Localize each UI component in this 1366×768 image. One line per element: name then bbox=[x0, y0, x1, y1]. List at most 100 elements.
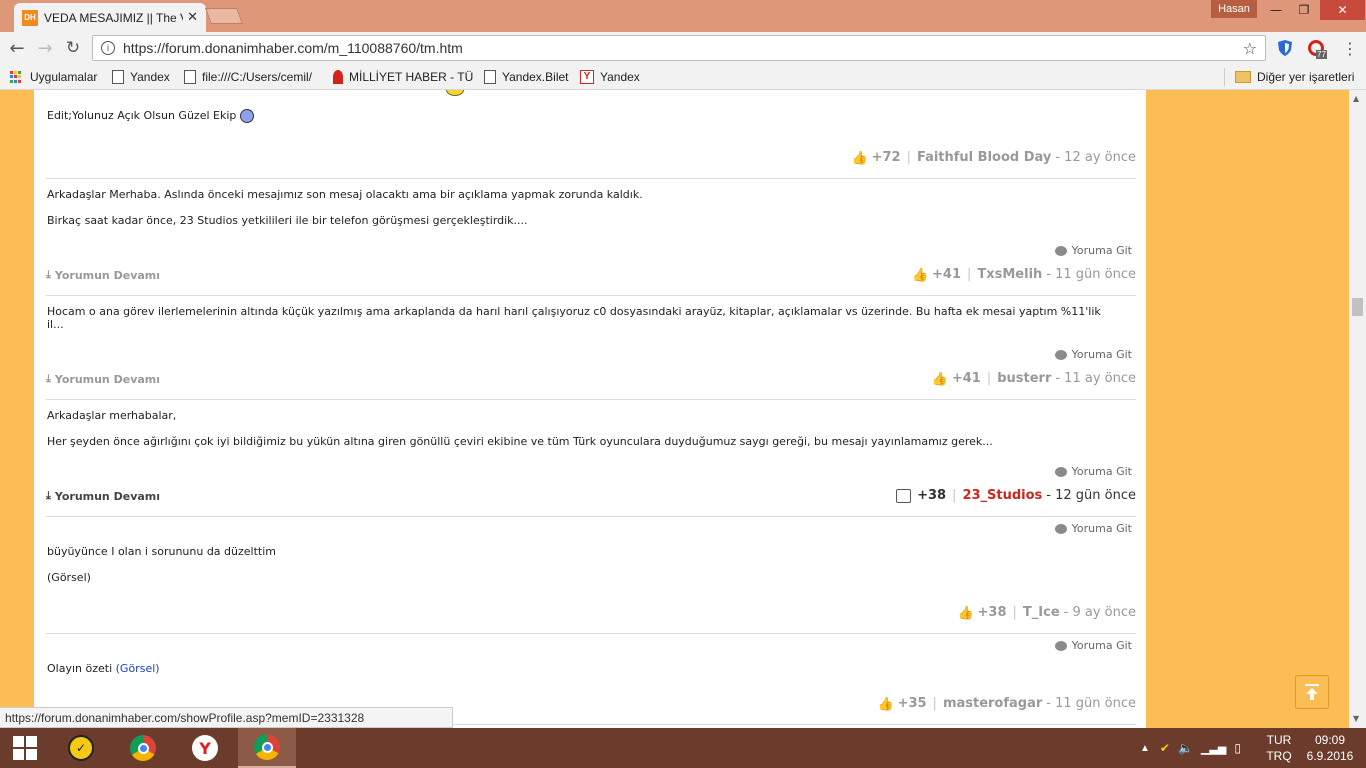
comment-meta: 👍 +41 | TxsMelih - 11 gün önce bbox=[912, 267, 1136, 283]
taskbar-clock[interactable]: 09:09 6.9.2016 bbox=[1300, 732, 1360, 764]
link-status-bubble: https://forum.donanimhaber.com/showProfi… bbox=[0, 707, 453, 728]
start-button[interactable] bbox=[0, 728, 50, 768]
profile-user-badge[interactable]: Hasan bbox=[1211, 0, 1257, 18]
author-link[interactable]: masterofagar bbox=[943, 696, 1042, 711]
page-scrollbar[interactable]: ▲ ▼ bbox=[1349, 90, 1366, 728]
comment-text-line: Hocam o ana görev ilerlemelerinin altınd… bbox=[47, 305, 1101, 331]
scroll-up-arrow-icon[interactable]: ▲ bbox=[1353, 94, 1359, 103]
author-link[interactable]: T_Ice bbox=[1023, 605, 1060, 620]
network-signal-icon[interactable]: ▁▃▅ bbox=[1201, 742, 1226, 755]
meta-divider: | bbox=[986, 371, 992, 386]
taskbar-yandex-app[interactable]: Y bbox=[176, 728, 234, 768]
author-link[interactable]: 23_Studios bbox=[962, 488, 1042, 503]
meta-divider: | bbox=[1012, 605, 1017, 620]
comment-text-line: Olayın özeti bbox=[47, 662, 113, 675]
bookmark-yandex-2[interactable]: Y Yandex bbox=[580, 68, 640, 86]
site-info-icon[interactable]: i bbox=[101, 41, 115, 55]
bookmark-file-path[interactable]: file:///C:/Users/cemil/ bbox=[184, 68, 312, 86]
comment-image-placeholder: (Görsel) bbox=[47, 571, 91, 584]
folder-icon bbox=[1235, 71, 1251, 83]
bookmark-yandex-1[interactable]: Yandex bbox=[112, 68, 170, 86]
read-more-link[interactable]: ⤓ Yorumun Devamı bbox=[46, 268, 160, 282]
back-to-top-button[interactable] bbox=[1295, 675, 1329, 709]
thumbs-up-outline-icon[interactable] bbox=[896, 488, 912, 503]
bookmark-label: Yandex bbox=[600, 70, 640, 84]
comment-meta: 👍 +38 | T_Ice - 9 ay önce bbox=[958, 605, 1136, 621]
windows-taskbar: ✓ Y ▲ ✔ 🔈 ▁▃▅ ▯ TUR TRQ 09:09 6.9.2016 bbox=[0, 728, 1366, 768]
comment-meta: 👍 +35 | masterofagar - 11 gün önce bbox=[878, 696, 1136, 712]
read-more-link[interactable]: ⤓ Yorumun Devamı bbox=[46, 489, 160, 503]
download-arrow-icon: ⤓ bbox=[46, 372, 51, 385]
bookmark-milliyet[interactable]: MİLLİYET HABER - TÜ bbox=[333, 68, 473, 86]
scroll-down-arrow-icon[interactable]: ▼ bbox=[1353, 714, 1359, 723]
comment-text-line: büyüyünce I olan i sorununu da düzelttim bbox=[47, 545, 276, 558]
thumbs-up-icon[interactable]: 👍 bbox=[912, 268, 928, 283]
maximize-icon[interactable]: ❐ bbox=[1290, 0, 1318, 20]
opera-extension-icon[interactable]: 77 bbox=[1306, 38, 1327, 59]
author-link[interactable]: TxsMelih bbox=[977, 267, 1042, 282]
input-language-indicator[interactable]: TUR TRQ bbox=[1264, 732, 1294, 764]
comment-separator bbox=[46, 178, 1136, 179]
thumbs-up-icon[interactable]: 👍 bbox=[958, 606, 974, 621]
like-score: +38 bbox=[977, 605, 1007, 620]
thumbs-up-icon[interactable]: 👍 bbox=[878, 697, 894, 712]
speech-bubble-icon bbox=[1054, 523, 1067, 534]
read-more-link[interactable]: ⤓ Yorumun Devamı bbox=[46, 372, 160, 386]
thumbs-up-icon[interactable]: 👍 bbox=[852, 151, 868, 166]
address-url[interactable]: https://forum.donanimhaber.com/m_1100887… bbox=[123, 40, 1243, 56]
goto-comment-link[interactable]: Yoruma Git bbox=[1054, 522, 1132, 535]
browser-tab-active[interactable]: DH VEDA MESAJIMIZ || The V ✕ bbox=[14, 3, 206, 32]
forward-arrow-icon[interactable]: → bbox=[34, 38, 56, 59]
post-age: - 11 gün önce bbox=[1046, 696, 1136, 711]
battery-phone-icon[interactable]: ▯ bbox=[1234, 741, 1241, 755]
bookmark-star-icon[interactable]: ☆ bbox=[1243, 39, 1257, 58]
bookmark-other-folder[interactable]: Diğer yer işaretleri bbox=[1224, 68, 1354, 86]
tab-close-icon[interactable]: ✕ bbox=[187, 10, 198, 25]
read-more-label: Yorumun Devamı bbox=[54, 489, 161, 503]
minimize-icon[interactable]: — bbox=[1262, 0, 1290, 20]
goto-comment-link[interactable]: Yoruma Git bbox=[1054, 244, 1132, 257]
speech-bubble-icon bbox=[1054, 640, 1067, 651]
goto-comment-link[interactable]: Yoruma Git bbox=[1054, 639, 1132, 652]
bookmark-label: Yandex.Bilet bbox=[502, 70, 569, 84]
read-more-label: Yorumun Devamı bbox=[54, 268, 161, 282]
language-code: TUR bbox=[1266, 733, 1292, 747]
like-score: +41 bbox=[932, 267, 961, 282]
tray-chevron-up-icon[interactable]: ▲ bbox=[1140, 743, 1150, 754]
comment-text: Edit;Yolunuz Açık Olsun Güzel Ekip bbox=[47, 109, 255, 123]
image-link[interactable]: (Görsel) bbox=[116, 662, 160, 675]
chrome-icon bbox=[130, 735, 156, 761]
taskbar-chrome-app[interactable] bbox=[114, 728, 172, 768]
comment-text-line: Edit;Yolunuz Açık Olsun Güzel Ekip bbox=[47, 109, 237, 122]
speech-bubble-icon bbox=[1054, 466, 1067, 477]
back-arrow-icon[interactable]: ← bbox=[6, 38, 28, 59]
like-score: +35 bbox=[897, 696, 927, 711]
close-window-icon[interactable]: ✕ bbox=[1320, 0, 1365, 20]
bookmarks-bar: Uygulamalar Yandex file:///C:/Users/cemi… bbox=[0, 64, 1366, 90]
reload-icon[interactable]: ↻ bbox=[62, 38, 84, 58]
bookmark-yandex-bilet[interactable]: Yandex.Bilet bbox=[484, 68, 569, 86]
comment-separator bbox=[46, 633, 1136, 634]
comment-meta: 👍 +72 | Faithful Blood Day - 12 ay önce bbox=[852, 150, 1136, 166]
goto-comment-label: Yoruma Git bbox=[1071, 639, 1132, 652]
keyboard-layout-code: TRQ bbox=[1266, 749, 1292, 763]
bookmark-apps[interactable]: Uygulamalar bbox=[10, 68, 97, 86]
new-tab-button[interactable] bbox=[205, 8, 243, 24]
taskbar-norton-app[interactable]: ✓ bbox=[52, 728, 110, 768]
tray-checkmark-icon[interactable]: ✔ bbox=[1160, 741, 1170, 755]
shield-extension-icon[interactable] bbox=[1275, 38, 1295, 58]
taskbar-chrome-profile-app[interactable] bbox=[238, 728, 296, 768]
author-link[interactable]: Faithful Blood Day bbox=[917, 150, 1051, 165]
comment-text-line: Birkaç saat kadar önce, 23 Studios yetki… bbox=[47, 214, 528, 227]
volume-icon[interactable]: 🔈 bbox=[1178, 741, 1193, 755]
address-bar[interactable]: i https://forum.donanimhaber.com/m_11008… bbox=[92, 35, 1266, 61]
goto-comment-link[interactable]: Yoruma Git bbox=[1054, 465, 1132, 478]
goto-comment-link[interactable]: Yoruma Git bbox=[1054, 348, 1132, 361]
scrollbar-thumb[interactable] bbox=[1352, 298, 1363, 316]
post-age: - 11 gün önce bbox=[1046, 267, 1136, 282]
download-arrow-icon: ⤓ bbox=[46, 268, 51, 281]
author-link[interactable]: busterr bbox=[997, 371, 1051, 386]
meta-divider: | bbox=[966, 267, 972, 282]
chrome-menu-icon[interactable]: ⋮ bbox=[1340, 38, 1360, 58]
thumbs-up-icon[interactable]: 👍 bbox=[932, 372, 948, 387]
